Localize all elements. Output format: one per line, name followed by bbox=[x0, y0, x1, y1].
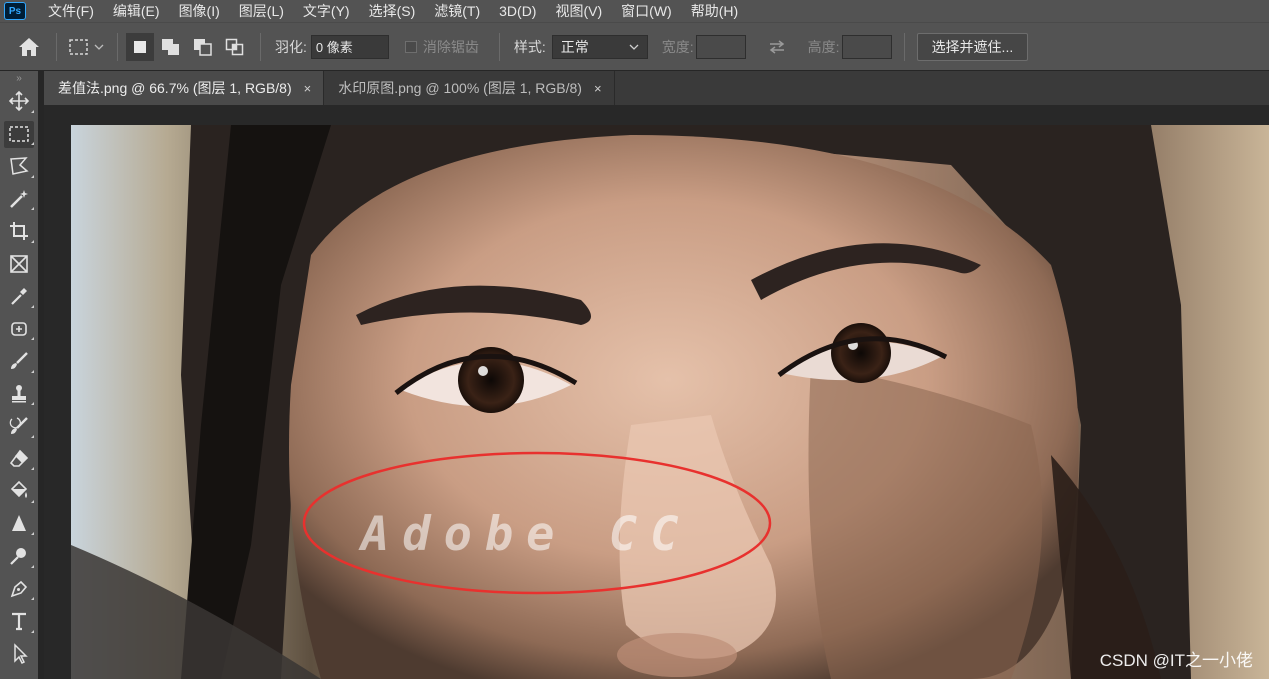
menu-3d[interactable]: 3D(D) bbox=[499, 3, 536, 19]
options-separator bbox=[903, 32, 905, 61]
select-and-mask-button[interactable]: 选择并遮住... bbox=[916, 32, 1029, 61]
tools-panel: » bbox=[0, 71, 38, 679]
type-tool-icon[interactable] bbox=[0, 605, 38, 638]
chevron-down-icon bbox=[629, 44, 639, 50]
swap-width-height-icon[interactable] bbox=[764, 34, 790, 60]
options-separator bbox=[117, 32, 118, 61]
close-icon[interactable]: × bbox=[304, 81, 312, 96]
path-selection-tool-icon[interactable] bbox=[0, 638, 38, 671]
feather-label: 羽化: bbox=[275, 38, 307, 55]
options-separator bbox=[498, 32, 500, 61]
tab-label: 差值法.png @ 66.7% (图层 1, RGB/8) bbox=[58, 80, 292, 96]
watermark-text: Adobe CC bbox=[361, 507, 692, 562]
menu-select[interactable]: 选择(S) bbox=[369, 1, 416, 21]
blur-tool-icon[interactable] bbox=[0, 508, 38, 541]
home-icon[interactable] bbox=[16, 34, 42, 60]
close-icon[interactable]: × bbox=[594, 81, 602, 96]
eyedropper-tool-icon[interactable] bbox=[0, 280, 38, 313]
tool-preset-picker[interactable] bbox=[65, 34, 109, 60]
credit-watermark: CSDN @IT之一小佬 bbox=[1099, 651, 1253, 670]
crop-tool-icon[interactable] bbox=[0, 215, 38, 248]
menu-window[interactable]: 窗口(W) bbox=[621, 1, 672, 21]
height-label: 高度: bbox=[807, 38, 840, 55]
eraser-tool-icon[interactable] bbox=[0, 443, 38, 476]
magic-wand-tool-icon[interactable] bbox=[0, 183, 38, 216]
photoshop-window: Ps 文件(F) 编辑(E) 图像(I) 图层(L) 文字(Y) 选择(S) 滤… bbox=[0, 0, 1269, 679]
panel-collapse-icon[interactable]: » bbox=[0, 71, 38, 85]
width-label: 宽度: bbox=[661, 38, 694, 55]
width-input[interactable] bbox=[695, 34, 746, 59]
menu-bar: Ps 文件(F) 编辑(E) 图像(I) 图层(L) 文字(Y) 选择(S) 滤… bbox=[0, 0, 1269, 22]
antialias-checkbox-box[interactable] bbox=[404, 40, 417, 53]
move-tool-icon[interactable] bbox=[0, 85, 38, 118]
new-selection-icon[interactable] bbox=[126, 32, 154, 61]
menu-view[interactable]: 视图(V) bbox=[555, 1, 602, 21]
brush-tool-icon[interactable] bbox=[0, 345, 38, 378]
tab-label: 水印原图.png @ 100% (图层 1, RGB/8) bbox=[338, 80, 582, 96]
canvas-area[interactable]: Adobe CC CSDN @IT之一小佬 bbox=[44, 105, 1269, 679]
history-brush-tool-icon[interactable] bbox=[0, 410, 38, 443]
subtract-from-selection-icon[interactable] bbox=[190, 34, 216, 60]
spot-healing-brush-tool-icon[interactable] bbox=[0, 313, 38, 346]
antialias-label: 消除锯齿 bbox=[422, 38, 479, 55]
style-label: 样式: bbox=[513, 38, 546, 55]
add-to-selection-icon[interactable] bbox=[158, 34, 184, 60]
portrait-photo bbox=[71, 125, 1269, 679]
options-separator bbox=[260, 32, 261, 61]
style-select[interactable]: 正常 bbox=[551, 34, 648, 59]
feather-input[interactable] bbox=[310, 34, 389, 59]
tab-watermark-original-png[interactable]: 水印原图.png @ 100% (图层 1, RGB/8) × bbox=[324, 71, 615, 105]
style-select-value: 正常 bbox=[560, 38, 589, 55]
document-tabs: 差值法.png @ 66.7% (图层 1, RGB/8) × 水印原图.png… bbox=[44, 71, 1269, 105]
height-input[interactable] bbox=[841, 34, 892, 59]
menu-help[interactable]: 帮助(H) bbox=[691, 1, 738, 21]
menu-filter[interactable]: 滤镜(T) bbox=[434, 1, 480, 21]
intersect-selection-icon[interactable] bbox=[222, 34, 248, 60]
options-bar: 羽化: 消除锯齿 样式: 正常 宽度: 高度: 选择并遮住... bbox=[0, 22, 1269, 70]
tab-difference-png[interactable]: 差值法.png @ 66.7% (图层 1, RGB/8) × bbox=[44, 71, 325, 105]
options-separator bbox=[56, 32, 57, 61]
menu-layer[interactable]: 图层(L) bbox=[239, 1, 284, 21]
rectangular-marquee-tool-icon[interactable] bbox=[0, 118, 38, 151]
menu-image[interactable]: 图像(I) bbox=[179, 1, 220, 21]
antialias-checkbox[interactable]: 消除锯齿 bbox=[404, 37, 479, 57]
paint-bucket-tool-icon[interactable] bbox=[0, 475, 38, 508]
lasso-tool-icon[interactable] bbox=[0, 150, 38, 183]
document-image[interactable]: Adobe CC bbox=[71, 125, 1269, 679]
photoshop-logo-icon: Ps bbox=[4, 2, 26, 20]
pen-tool-icon[interactable] bbox=[0, 573, 38, 606]
dodge-tool-icon[interactable] bbox=[0, 540, 38, 573]
menu-file[interactable]: 文件(F) bbox=[48, 1, 94, 21]
menu-type[interactable]: 文字(Y) bbox=[303, 1, 350, 21]
clone-stamp-tool-icon[interactable] bbox=[0, 378, 38, 411]
menu-edit[interactable]: 编辑(E) bbox=[113, 1, 160, 21]
frame-tool-icon[interactable] bbox=[0, 248, 38, 281]
